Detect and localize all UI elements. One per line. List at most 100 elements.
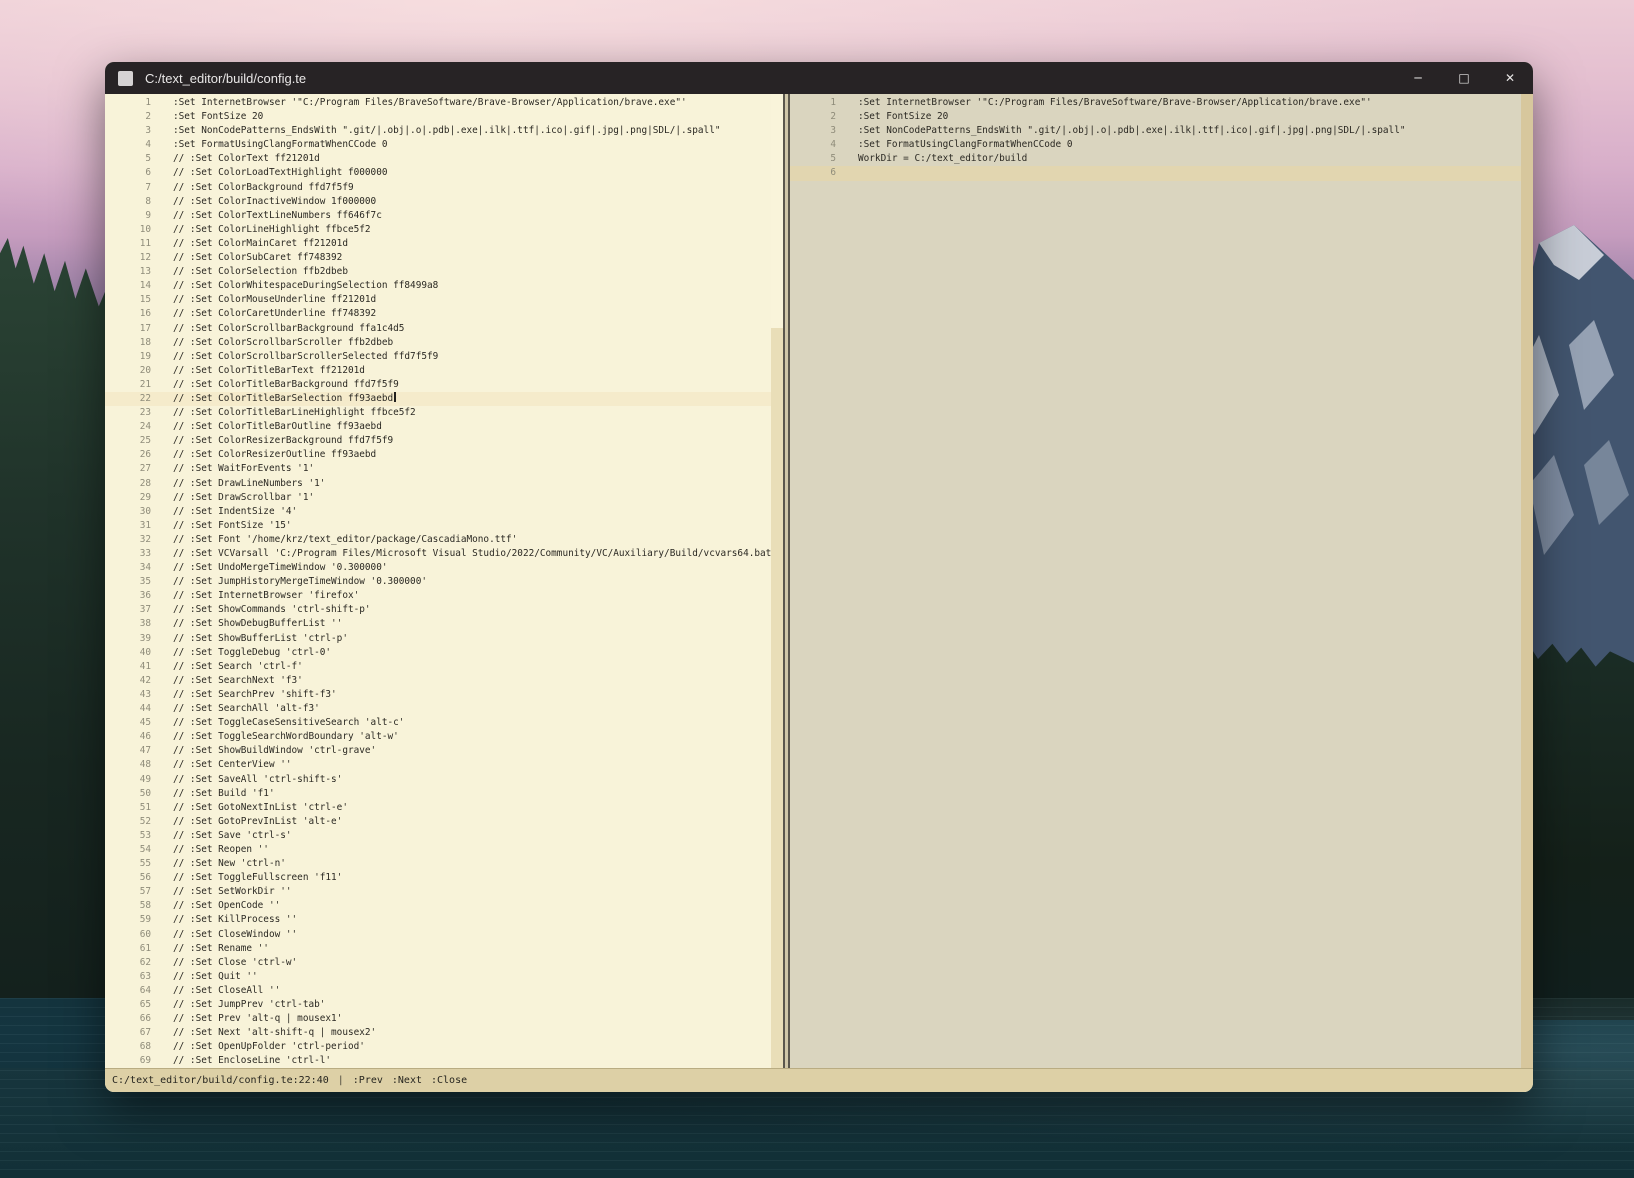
code-line[interactable]: 45// :Set ToggleCaseSensitiveSearch 'alt… bbox=[105, 716, 783, 730]
maximize-button[interactable]: □ bbox=[1441, 62, 1487, 94]
code-line[interactable]: 22// :Set ColorTitleBarSelection ff93aeb… bbox=[105, 392, 783, 406]
scrollbar-thumb[interactable] bbox=[1521, 94, 1533, 1068]
code-line[interactable]: 4:Set FormatUsingClangFormatWhenCCode 0 bbox=[790, 138, 1533, 152]
code-line[interactable]: 6 bbox=[790, 166, 1533, 180]
editor-pane-right[interactable]: 1:Set InternetBrowser '"C:/Program Files… bbox=[790, 94, 1533, 1068]
code-line[interactable]: 49// :Set SaveAll 'ctrl-shift-s' bbox=[105, 773, 783, 787]
code-line[interactable]: 15// :Set ColorMouseUnderline ff21201d bbox=[105, 293, 783, 307]
statusbar-command[interactable]: :Prev bbox=[353, 1075, 383, 1086]
scrollbar-right[interactable] bbox=[1521, 94, 1533, 1068]
scrollbar-left[interactable] bbox=[771, 94, 783, 1068]
code-line[interactable]: 8// :Set ColorInactiveWindow 1f000000 bbox=[105, 195, 783, 209]
code-line[interactable]: 19// :Set ColorScrollbarScrollerSelected… bbox=[105, 350, 783, 364]
close-button[interactable]: ✕ bbox=[1487, 62, 1533, 94]
line-number: 38 bbox=[105, 617, 151, 631]
statusbar-separator: | bbox=[338, 1075, 344, 1086]
code-line[interactable]: 64// :Set CloseAll '' bbox=[105, 984, 783, 998]
code-line[interactable]: 65// :Set JumpPrev 'ctrl-tab' bbox=[105, 998, 783, 1012]
code-line[interactable]: 41// :Set Search 'ctrl-f' bbox=[105, 660, 783, 674]
code-line[interactable]: 59// :Set KillProcess '' bbox=[105, 913, 783, 927]
statusbar-command[interactable]: :Next bbox=[392, 1075, 422, 1086]
code-line[interactable]: 53// :Set Save 'ctrl-s' bbox=[105, 829, 783, 843]
code-line[interactable]: 10// :Set ColorLineHighlight ffbce5f2 bbox=[105, 223, 783, 237]
code-line[interactable]: 48// :Set CenterView '' bbox=[105, 758, 783, 772]
code-line[interactable]: 16// :Set ColorCaretUnderline ff748392 bbox=[105, 307, 783, 321]
titlebar[interactable]: C:/text_editor/build/config.te ─□✕ bbox=[105, 62, 1533, 94]
line-number: 62 bbox=[105, 956, 151, 970]
code-line[interactable]: 4:Set FormatUsingClangFormatWhenCCode 0 bbox=[105, 138, 783, 152]
code-line[interactable]: 51// :Set GotoNextInList 'ctrl-e' bbox=[105, 801, 783, 815]
code-line[interactable]: 47// :Set ShowBuildWindow 'ctrl-grave' bbox=[105, 744, 783, 758]
code-line[interactable]: 13// :Set ColorSelection ffb2dbeb bbox=[105, 265, 783, 279]
code-line[interactable]: 66// :Set Prev 'alt-q | mousex1' bbox=[105, 1012, 783, 1026]
code-line[interactable]: 46// :Set ToggleSearchWordBoundary 'alt-… bbox=[105, 730, 783, 744]
code-line[interactable]: 34// :Set UndoMergeTimeWindow '0.300000' bbox=[105, 561, 783, 575]
code-line[interactable]: 5WorkDir = C:/text_editor/build bbox=[790, 152, 1533, 166]
code-line[interactable]: 3:Set NonCodePatterns_EndsWith ".git/|.o… bbox=[790, 124, 1533, 138]
line-number: 57 bbox=[105, 885, 151, 899]
code-line[interactable]: 31// :Set FontSize '15' bbox=[105, 519, 783, 533]
code-line[interactable]: 43// :Set SearchPrev 'shift-f3' bbox=[105, 688, 783, 702]
line-text: :Set InternetBrowser '"C:/Program Files/… bbox=[173, 96, 687, 110]
statusbar-path: C:/text_editor/build/config.te:22:40 bbox=[112, 1075, 329, 1086]
code-line[interactable]: 3:Set NonCodePatterns_EndsWith ".git/|.o… bbox=[105, 124, 783, 138]
code-line[interactable]: 14// :Set ColorWhitespaceDuringSelection… bbox=[105, 279, 783, 293]
code-line[interactable]: 67// :Set Next 'alt-shift-q | mousex2' bbox=[105, 1026, 783, 1040]
line-text: // :Set SearchPrev 'shift-f3' bbox=[173, 688, 337, 702]
code-line[interactable]: 61// :Set Rename '' bbox=[105, 942, 783, 956]
code-line[interactable]: 2:Set FontSize 20 bbox=[790, 110, 1533, 124]
code-line[interactable]: 42// :Set SearchNext 'f3' bbox=[105, 674, 783, 688]
code-line[interactable]: 12// :Set ColorSubCaret ff748392 bbox=[105, 251, 783, 265]
code-line[interactable]: 54// :Set Reopen '' bbox=[105, 843, 783, 857]
code-line[interactable]: 2:Set FontSize 20 bbox=[105, 110, 783, 124]
code-line[interactable]: 18// :Set ColorScrollbarScroller ffb2dbe… bbox=[105, 336, 783, 350]
code-line[interactable]: 50// :Set Build 'f1' bbox=[105, 787, 783, 801]
code-line[interactable]: 35// :Set JumpHistoryMergeTimeWindow '0.… bbox=[105, 575, 783, 589]
code-line[interactable]: 63// :Set Quit '' bbox=[105, 970, 783, 984]
code-line[interactable]: 17// :Set ColorScrollbarBackground ffa1c… bbox=[105, 322, 783, 336]
code-lines: 1:Set InternetBrowser '"C:/Program Files… bbox=[790, 96, 1533, 181]
code-line[interactable]: 33// :Set VCVarsall 'C:/Program Files/Mi… bbox=[105, 547, 783, 561]
scrollbar-thumb[interactable] bbox=[771, 94, 783, 328]
code-line[interactable]: 56// :Set ToggleFullscreen 'f11' bbox=[105, 871, 783, 885]
code-line[interactable]: 25// :Set ColorResizerBackground ffd7f5f… bbox=[105, 434, 783, 448]
code-line[interactable]: 20// :Set ColorTitleBarText ff21201d bbox=[105, 364, 783, 378]
code-line[interactable]: 52// :Set GotoPrevInList 'alt-e' bbox=[105, 815, 783, 829]
code-line[interactable]: 7// :Set ColorBackground ffd7f5f9 bbox=[105, 181, 783, 195]
pane-resizer[interactable] bbox=[783, 94, 790, 1068]
code-line[interactable]: 1:Set InternetBrowser '"C:/Program Files… bbox=[105, 96, 783, 110]
code-line[interactable]: 58// :Set OpenCode '' bbox=[105, 899, 783, 913]
code-line[interactable]: 28// :Set DrawLineNumbers '1' bbox=[105, 477, 783, 491]
code-line[interactable]: 29// :Set DrawScrollbar '1' bbox=[105, 491, 783, 505]
line-text: // :Set ToggleFullscreen 'f11' bbox=[173, 871, 342, 885]
editor-pane-left[interactable]: 1:Set InternetBrowser '"C:/Program Files… bbox=[105, 94, 783, 1068]
code-line[interactable]: 62// :Set Close 'ctrl-w' bbox=[105, 956, 783, 970]
code-line[interactable]: 44// :Set SearchAll 'alt-f3' bbox=[105, 702, 783, 716]
code-line[interactable]: 55// :Set New 'ctrl-n' bbox=[105, 857, 783, 871]
line-text: // :Set Font '/home/krz/text_editor/pack… bbox=[173, 533, 517, 547]
code-line[interactable]: 60// :Set CloseWindow '' bbox=[105, 928, 783, 942]
code-line[interactable]: 40// :Set ToggleDebug 'ctrl-0' bbox=[105, 646, 783, 660]
code-line[interactable]: 69// :Set EncloseLine 'ctrl-l' bbox=[105, 1054, 783, 1068]
code-line[interactable]: 38// :Set ShowDebugBufferList '' bbox=[105, 617, 783, 631]
code-line[interactable]: 24// :Set ColorTitleBarOutline ff93aebd bbox=[105, 420, 783, 434]
code-line[interactable]: 1:Set InternetBrowser '"C:/Program Files… bbox=[790, 96, 1533, 110]
code-line[interactable]: 23// :Set ColorTitleBarLineHighlight ffb… bbox=[105, 406, 783, 420]
code-line[interactable]: 32// :Set Font '/home/krz/text_editor/pa… bbox=[105, 533, 783, 547]
minimize-button[interactable]: ─ bbox=[1395, 62, 1441, 94]
code-line[interactable]: 57// :Set SetWorkDir '' bbox=[105, 885, 783, 899]
code-line[interactable]: 26// :Set ColorResizerOutline ff93aebd bbox=[105, 448, 783, 462]
code-line[interactable]: 5// :Set ColorText ff21201d bbox=[105, 152, 783, 166]
code-line[interactable]: 39// :Set ShowBufferList 'ctrl-p' bbox=[105, 632, 783, 646]
code-line[interactable]: 37// :Set ShowCommands 'ctrl-shift-p' bbox=[105, 603, 783, 617]
code-line[interactable]: 27// :Set WaitForEvents '1' bbox=[105, 462, 783, 476]
code-line[interactable]: 68// :Set OpenUpFolder 'ctrl-period' bbox=[105, 1040, 783, 1054]
code-line[interactable]: 30// :Set IndentSize '4' bbox=[105, 505, 783, 519]
code-line[interactable]: 21// :Set ColorTitleBarBackground ffd7f5… bbox=[105, 378, 783, 392]
line-text: // :Set SearchAll 'alt-f3' bbox=[173, 702, 320, 716]
statusbar-command[interactable]: :Close bbox=[431, 1075, 467, 1086]
code-line[interactable]: 11// :Set ColorMainCaret ff21201d bbox=[105, 237, 783, 251]
code-line[interactable]: 6// :Set ColorLoadTextHighlight f000000 bbox=[105, 166, 783, 180]
code-line[interactable]: 9// :Set ColorTextLineNumbers ff646f7c bbox=[105, 209, 783, 223]
code-line[interactable]: 36// :Set InternetBrowser 'firefox' bbox=[105, 589, 783, 603]
